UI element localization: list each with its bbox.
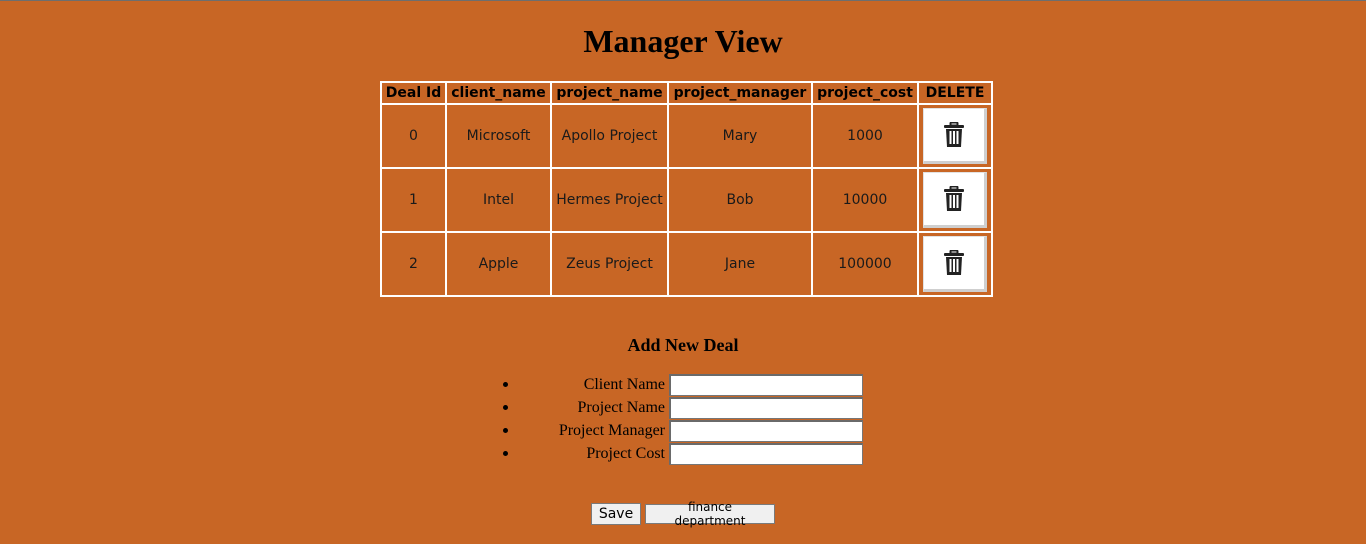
list-item: Client Name [500, 373, 863, 396]
project-cost-label: Project Cost [586, 444, 665, 462]
delete-cell [918, 104, 992, 168]
trash-icon [944, 122, 964, 147]
bullet-icon [503, 451, 508, 456]
project-name-input[interactable] [669, 396, 863, 419]
deal-id-cell: 1 [381, 168, 446, 232]
bullet-icon [503, 382, 508, 387]
client-name-cell: Intel [446, 168, 551, 232]
project-manager-cell: Bob [668, 168, 812, 232]
client-name-input[interactable] [669, 373, 863, 396]
column-header-project-manager: project_manager [668, 82, 812, 104]
project-manager-label: Project Manager [558, 421, 665, 439]
project-manager-cell: Mary [668, 104, 812, 168]
delete-cell [918, 168, 992, 232]
finance-department-button[interactable]: finance department [645, 500, 775, 528]
deal-id-cell: 2 [381, 232, 446, 296]
list-item: Project Name [500, 396, 863, 419]
list-item: Project Manager [500, 419, 863, 442]
column-header-client-name: client_name [446, 82, 551, 104]
project-cost-cell: 100000 [812, 232, 918, 296]
column-header-project-name: project_name [551, 82, 668, 104]
trash-icon [944, 186, 964, 211]
project-name-cell: Apollo Project [551, 104, 668, 168]
table-row: 0 Microsoft Apollo Project Mary 1000 [381, 104, 992, 168]
client-name-cell: Apple [446, 232, 551, 296]
delete-button[interactable] [923, 108, 987, 164]
project-manager-input[interactable] [669, 419, 863, 442]
table-row: 2 Apple Zeus Project Jane 100000 [381, 232, 992, 296]
delete-button[interactable] [923, 236, 987, 292]
project-cost-cell: 10000 [812, 168, 918, 232]
project-name-cell: Hermes Project [551, 168, 668, 232]
add-deal-form: Client Name Project Name Project Manager… [500, 373, 863, 465]
delete-button[interactable] [923, 172, 987, 228]
save-button[interactable]: Save [591, 503, 641, 525]
deal-id-cell: 0 [381, 104, 446, 168]
deals-table: Deal Id client_name project_name project… [380, 81, 993, 297]
trash-icon [944, 250, 964, 275]
table-row: 1 Intel Hermes Project Bob 10000 [381, 168, 992, 232]
add-deal-title: Add New Deal [627, 335, 739, 355]
column-header-deal-id: Deal Id [381, 82, 446, 104]
client-name-cell: Microsoft [446, 104, 551, 168]
delete-cell [918, 232, 992, 296]
column-header-delete: DELETE [918, 82, 992, 104]
list-item: Project Cost [500, 442, 863, 465]
table-header-row: Deal Id client_name project_name project… [381, 82, 992, 104]
client-name-label: Client Name [583, 375, 665, 393]
project-name-cell: Zeus Project [551, 232, 668, 296]
project-cost-input[interactable] [669, 442, 863, 465]
project-name-label: Project Name [577, 398, 665, 416]
project-manager-cell: Jane [668, 232, 812, 296]
column-header-project-cost: project_cost [812, 82, 918, 104]
bullet-icon [503, 428, 508, 433]
bullet-icon [503, 405, 508, 410]
project-cost-cell: 1000 [812, 104, 918, 168]
page-title: Manager View [583, 23, 783, 59]
